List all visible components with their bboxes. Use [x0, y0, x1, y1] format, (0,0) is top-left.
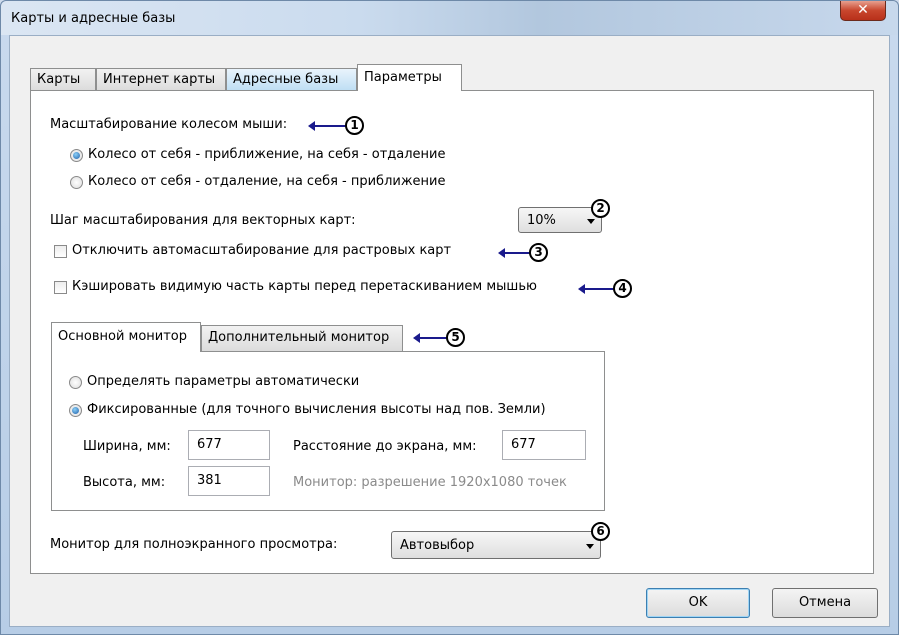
annotation-arrow [498, 248, 530, 258]
wheel-option2-radio[interactable] [70, 176, 83, 189]
tab-parameters[interactable]: Параметры [357, 64, 462, 91]
annotation-6: 6 [591, 522, 610, 541]
vector-step-label: Шаг масштабирования для векторных карт: [50, 213, 356, 228]
width-label: Ширина, мм: [83, 439, 171, 454]
ok-button[interactable]: OK [646, 588, 750, 618]
wheel-option2-label[interactable]: Колесо от себя - отдаление, на себя - пр… [88, 174, 446, 189]
fullscreen-monitor-value: Автовыбор [400, 538, 475, 553]
height-input[interactable]: 381 [188, 466, 270, 496]
title-bar[interactable]: Карты и адресные базы ✕ [1, 1, 898, 35]
auto-params-label[interactable]: Определять параметры автоматически [87, 374, 359, 389]
tab-internet-maps[interactable]: Интернет карты [96, 68, 226, 90]
annotation-arrow [308, 121, 346, 131]
monitor-panel: Определять параметры автоматически Фикси… [51, 351, 605, 511]
wheel-zoom-label: Масштабирование колесом мыши: [50, 117, 288, 132]
parameters-panel: Масштабирование колесом мыши: 1 Колесо о… [30, 90, 874, 574]
disable-autoscale-label[interactable]: Отключить автомасштабирование для растро… [72, 243, 451, 258]
annotation-5: 5 [446, 328, 465, 347]
fixed-params-radio[interactable] [69, 404, 82, 417]
distance-input[interactable]: 677 [502, 430, 586, 460]
annotation-3: 3 [529, 243, 548, 262]
cache-visible-checkbox[interactable] [54, 281, 67, 294]
cancel-button[interactable]: Отмена [772, 588, 878, 618]
annotation-2: 2 [591, 199, 610, 218]
tab-maps[interactable]: Карты [30, 68, 96, 90]
tab-secondary-monitor[interactable]: Дополнительный монитор [201, 325, 403, 351]
annotation-arrow [413, 333, 447, 343]
vector-step-combo[interactable]: 10% [518, 207, 602, 233]
chevron-down-icon [586, 544, 594, 549]
disable-autoscale-checkbox[interactable] [54, 245, 67, 258]
close-button[interactable]: ✕ [840, 1, 886, 21]
annotation-number: 1 [345, 116, 364, 135]
fixed-params-label[interactable]: Фиксированные (для точного вычисления вы… [87, 402, 546, 417]
wheel-option1-label[interactable]: Колесо от себя - приближение, на себя - … [88, 147, 446, 162]
cache-visible-label[interactable]: Кэшировать видимую часть карты перед пер… [72, 279, 537, 294]
dialog-window: Карты и адресные базы ✕ Карты Интернет к… [0, 0, 899, 635]
tab-main-monitor[interactable]: Основной монитор [51, 322, 201, 352]
dialog-client: Карты Интернет карты Адресные базы Парам… [9, 35, 890, 627]
annotation-arrow [578, 284, 614, 294]
auto-params-radio[interactable] [69, 376, 82, 389]
close-icon: ✕ [857, 2, 869, 18]
height-label: Высота, мм: [83, 475, 166, 490]
vector-step-value: 10% [527, 213, 556, 228]
window-title: Карты и адресные базы [11, 11, 176, 26]
chevron-down-icon [587, 219, 595, 224]
monitor-info: Монитор: разрешение 1920x1080 точек [293, 475, 567, 490]
tab-address-bases[interactable]: Адресные базы [226, 68, 357, 90]
width-input[interactable]: 677 [188, 430, 270, 460]
fullscreen-monitor-combo[interactable]: Автовыбор [391, 531, 601, 559]
annotation-4: 4 [613, 279, 632, 298]
wheel-option1-radio[interactable] [70, 149, 83, 162]
distance-label: Расстояние до экрана, мм: [293, 439, 477, 454]
fullscreen-monitor-label: Монитор для полноэкранного просмотра: [50, 537, 338, 552]
